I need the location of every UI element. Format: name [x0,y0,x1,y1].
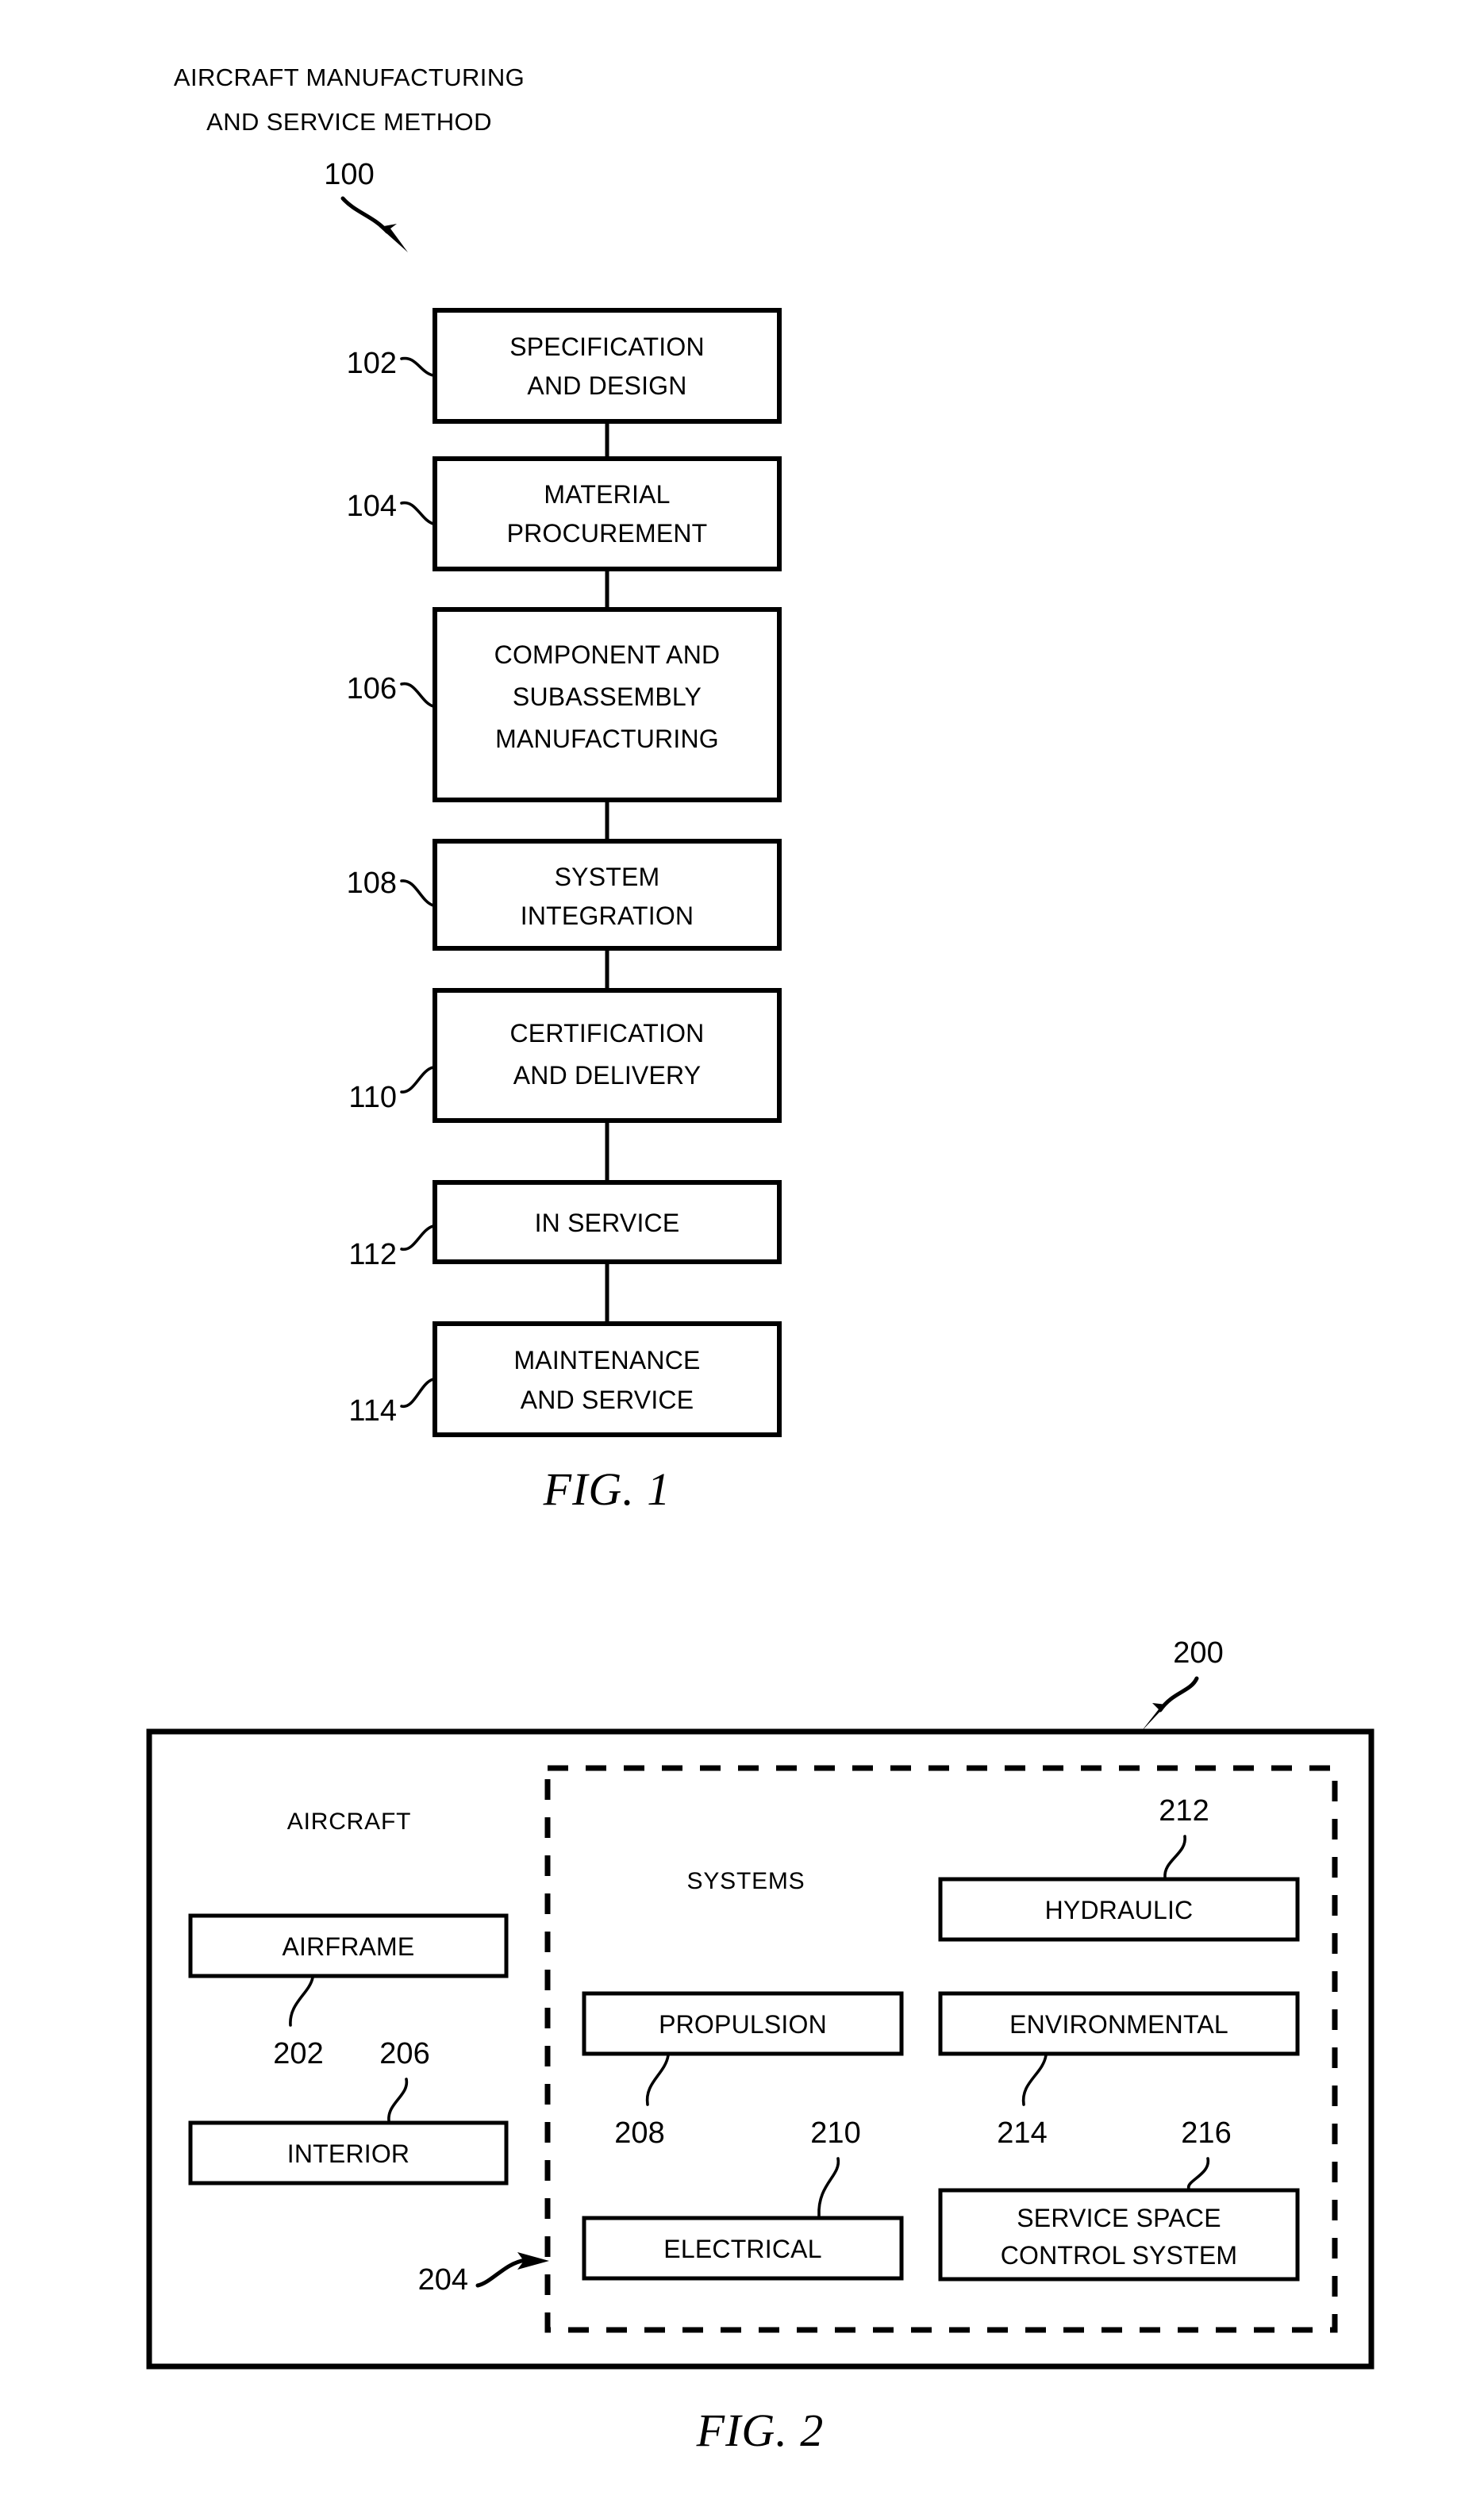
step-leader-106 [400,682,435,708]
environmental-box-label: ENVIRONMENTAL [1009,2010,1228,2039]
step-box-106-line2: SUBASSEMBLY [513,682,702,711]
systems-section-label: SYSTEMS [687,1868,805,1894]
step-leader-110 [400,1066,435,1094]
step-ref-112: 112 [348,1238,397,1271]
step-ref-110: 110 [348,1081,397,1114]
step-box-102 [433,308,782,424]
step-box-108-line1: SYSTEM [555,863,660,891]
step-leader-112 [400,1224,435,1251]
service-space-control-label-line2: CONTROL SYSTEM [1001,2241,1238,2270]
step-ref-114: 114 [348,1394,397,1428]
hydraulic-box-label: HYDRAULIC [1045,1896,1194,1924]
step-box-112-line1: IN SERVICE [535,1209,680,1237]
flow-step-104: MATERIAL PROCUREMENT 104 [347,456,782,571]
step-box-106-line1: COMPONENT AND [494,640,721,669]
step-box-108 [433,839,782,951]
propulsion-box-label: PROPULSION [659,2010,827,2039]
step-ref-102: 102 [347,347,397,380]
step-box-110-line2: AND DELIVERY [513,1061,702,1090]
step-box-104-line1: MATERIAL [544,480,670,509]
step-box-114-line2: AND SERVICE [521,1386,694,1414]
flow-step-112: IN SERVICE 112 [348,1180,782,1271]
electrical-ref-210: 210 [810,2116,860,2150]
figure1-caption: FIG. 1 [543,1463,671,1515]
flow-step-106: COMPONENT AND SUBASSEMBLY MANUFACTURING … [347,607,782,802]
step-box-102-line1: SPECIFICATION [509,333,705,361]
figure-1-group: AIRCRAFT MANUFACTURING AND SERVICE METHO… [174,63,782,1515]
ref-200-arrow-head [1141,1703,1167,1732]
step-box-114-line1: MAINTENANCE [513,1346,700,1374]
step-leader-114 [400,1378,435,1408]
electrical-box-label: ELECTRICAL [663,2235,821,2263]
ref-100-arrow-head [379,224,408,252]
step-box-104 [433,456,782,571]
systems-ref-204: 204 [418,2263,468,2297]
step-box-102-line2: AND DESIGN [527,371,686,400]
airframe-ref-202: 202 [273,2037,323,2070]
patent-drawing-sheet: AIRCRAFT MANUFACTURING AND SERVICE METHO… [0,0,1484,2518]
flow-step-110: CERTIFICATION AND DELIVERY 110 [348,988,782,1123]
figure-canvas: AIRCRAFT MANUFACTURING AND SERVICE METHO… [146,63,1374,2456]
step-leader-102 [400,356,435,377]
service-space-control-label-line1: SERVICE SPACE [1017,2204,1221,2232]
flow-step-108: SYSTEM INTEGRATION 108 [347,839,782,951]
step-box-104-line2: PROCUREMENT [507,519,708,548]
aircraft-section-label: AIRCRAFT [287,1809,411,1835]
hydraulic-ref-212: 212 [1159,1794,1209,1828]
propulsion-ref-208: 208 [614,2116,664,2150]
step-box-106-line3: MANUFACTURING [495,725,719,753]
figure2-ref-200: 200 [1173,1636,1223,1670]
step-leader-108 [400,879,435,907]
environmental-ref-214: 214 [997,2116,1047,2150]
flow-step-102: SPECIFICATION AND DESIGN 102 [347,308,782,424]
step-ref-108: 108 [347,867,397,900]
figure-2-group: 200 AIRCRAFT SYSTEMS AIRFRAME 202 INTERI [146,1636,1374,2456]
step-ref-106: 106 [347,672,397,705]
step-box-114 [433,1321,782,1437]
figure2-caption: FIG. 2 [696,2405,825,2456]
step-box-110-line1: CERTIFICATION [510,1019,705,1048]
step-box-110 [433,988,782,1123]
ref-100-arrow-curve [340,196,390,234]
figure1-title-line2: AND SERVICE METHOD [206,108,492,136]
step-leader-104 [400,501,435,525]
step-box-108-line2: INTEGRATION [521,901,694,930]
interior-box-label: INTERIOR [287,2139,410,2168]
interior-ref-206: 206 [379,2037,429,2070]
airframe-box-label: AIRFRAME [283,1932,415,1961]
flow-step-114: MAINTENANCE AND SERVICE 114 [348,1321,782,1437]
figure1-title-line1: AIRCRAFT MANUFACTURING [174,63,525,91]
service-space-control-ref-216: 216 [1181,2116,1231,2150]
figure1-ref-100: 100 [324,158,374,191]
step-ref-104: 104 [347,490,397,523]
